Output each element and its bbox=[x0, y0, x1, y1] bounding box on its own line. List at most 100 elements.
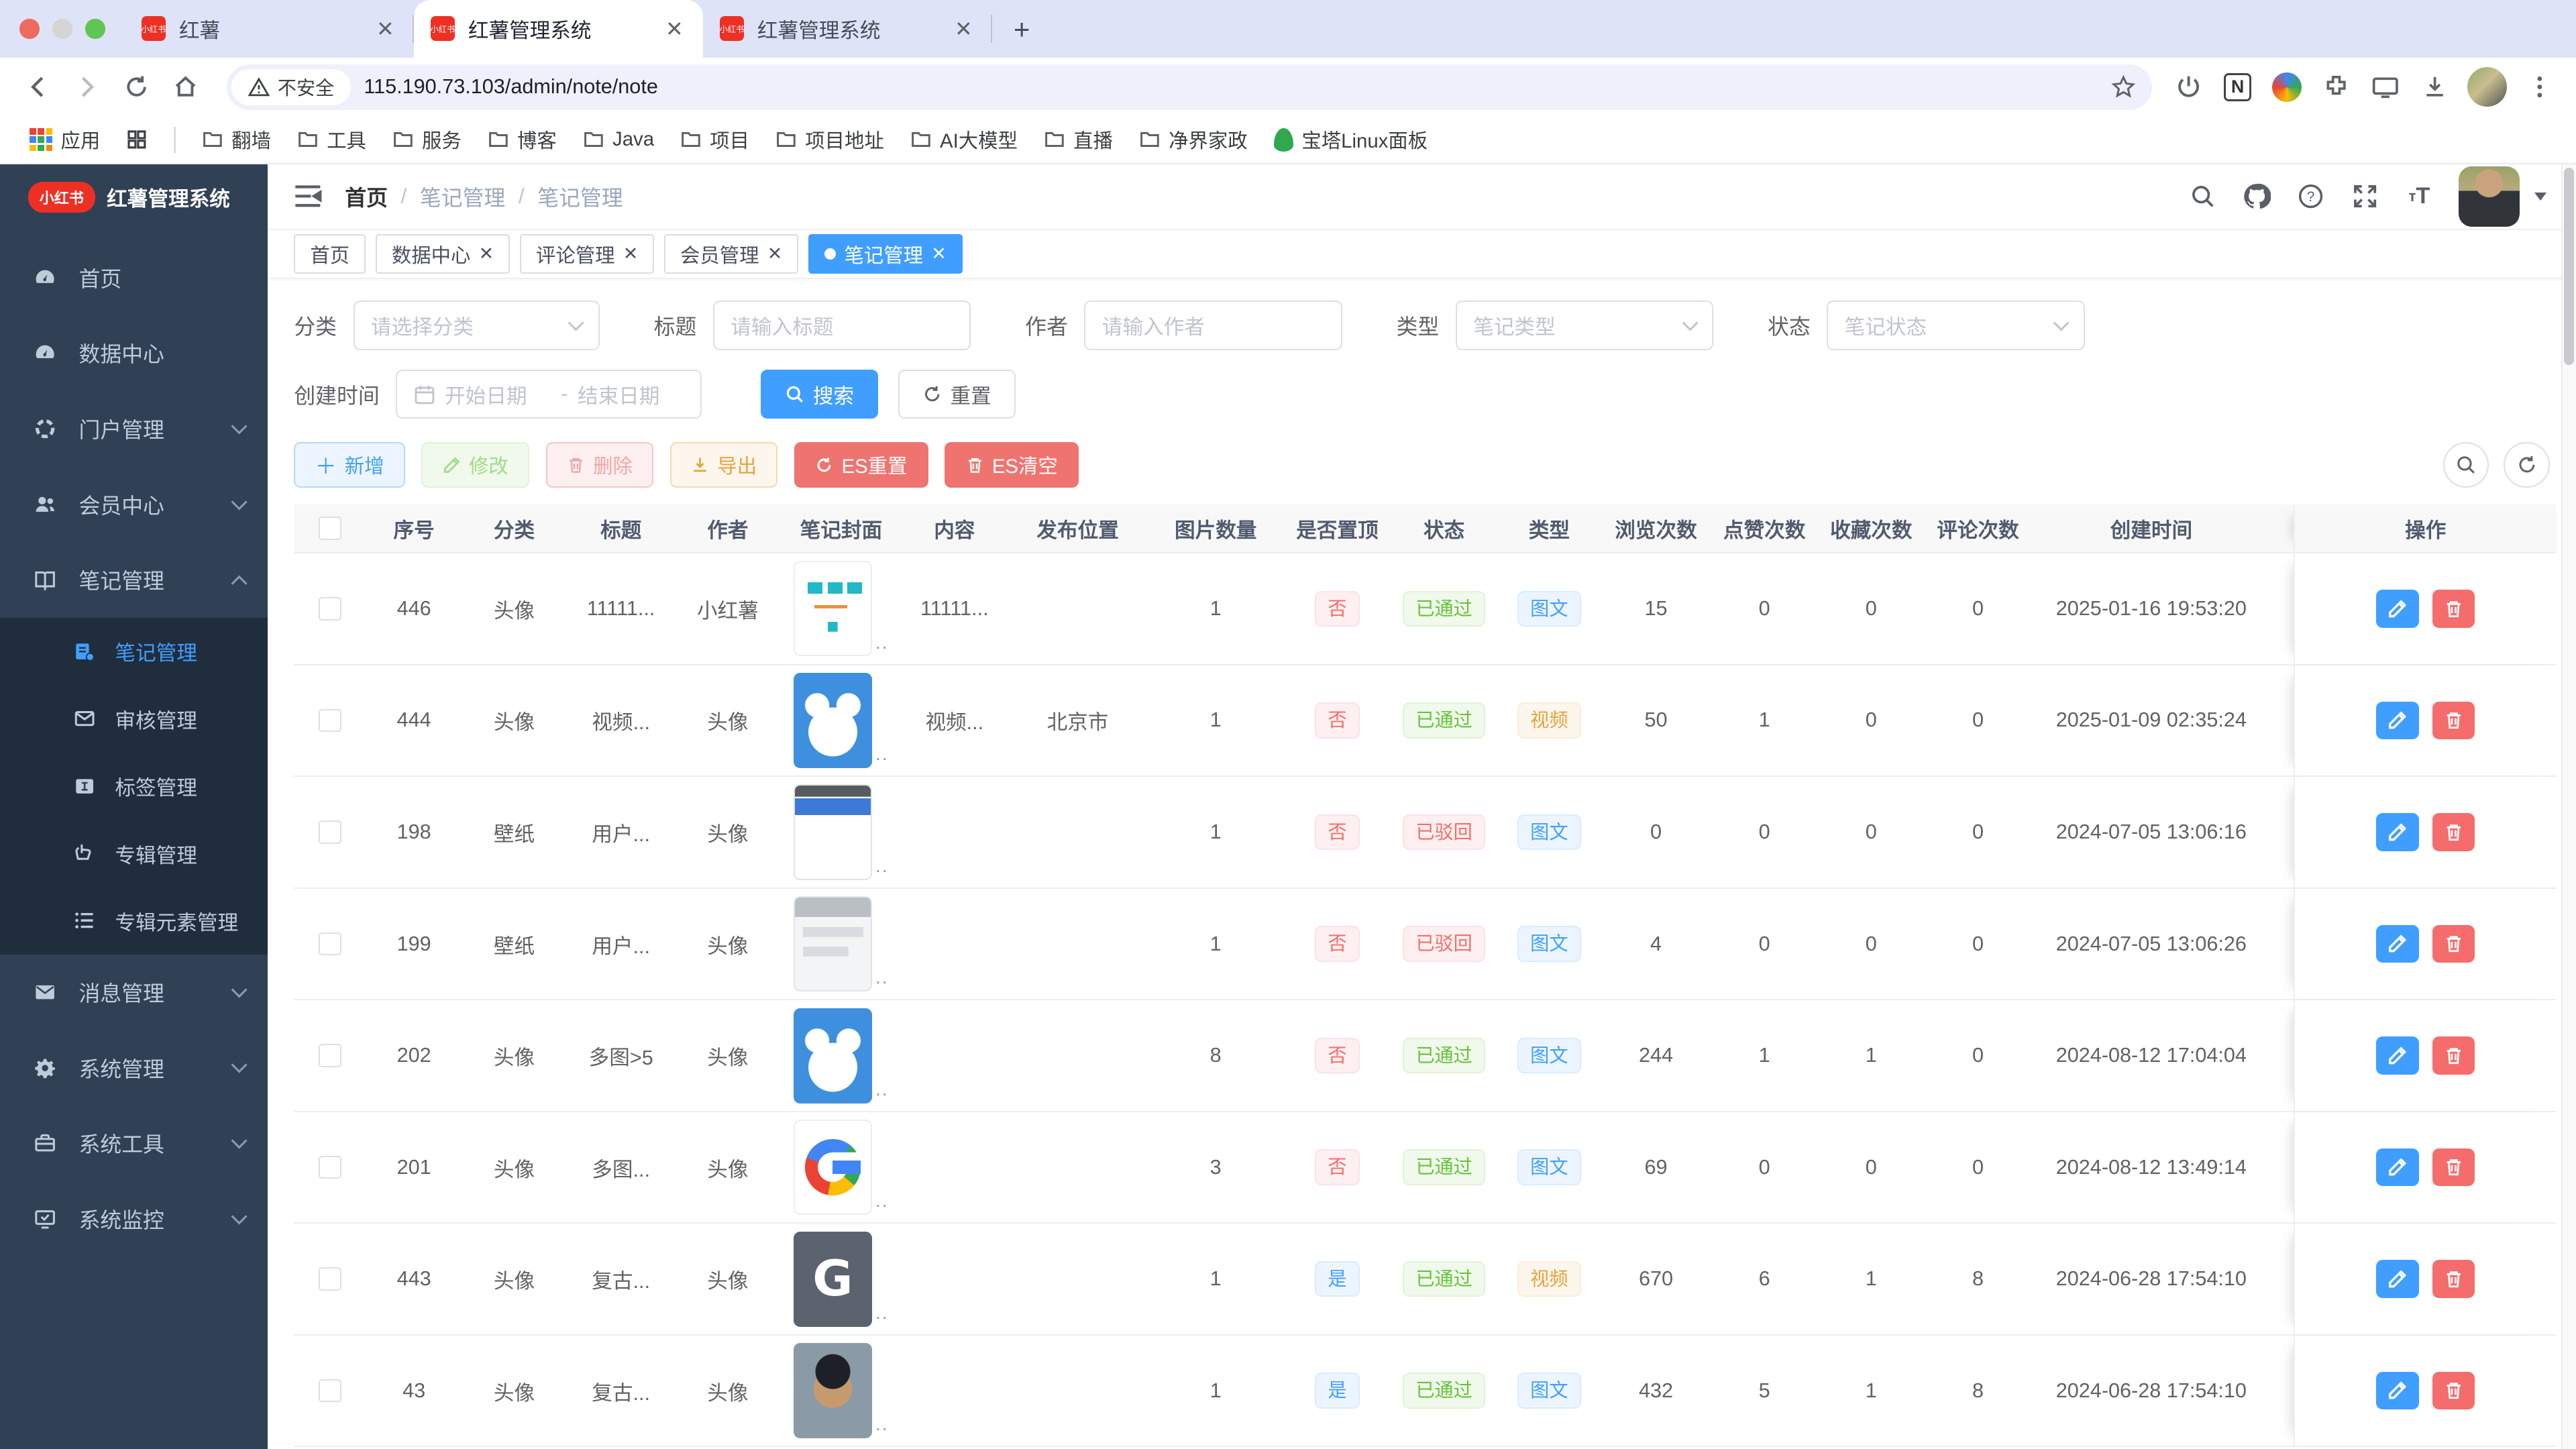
download-icon[interactable] bbox=[2418, 70, 2451, 103]
view-tab-会员管理[interactable]: 会员管理✕ bbox=[664, 234, 798, 274]
table-refresh-icon[interactable] bbox=[2504, 442, 2550, 488]
close-tab-icon[interactable]: ✕ bbox=[662, 16, 686, 42]
author-input[interactable]: 请输入作者 bbox=[1084, 301, 1342, 350]
bookmark-item[interactable] bbox=[117, 124, 158, 156]
new-tab-button[interactable]: + bbox=[999, 7, 1045, 53]
user-avatar[interactable] bbox=[2459, 166, 2520, 227]
cell-cover[interactable]: .. bbox=[780, 1343, 902, 1438]
title-input[interactable]: 请输入标题 bbox=[713, 301, 971, 350]
note-cover-image[interactable] bbox=[794, 561, 873, 656]
home-icon[interactable] bbox=[164, 66, 207, 109]
sidebar-subitem-专辑元素管理[interactable]: 专辑元素管理 bbox=[0, 887, 268, 954]
reload-icon[interactable] bbox=[115, 66, 158, 109]
type-select[interactable]: 笔记类型 bbox=[1456, 301, 1713, 350]
row-checkbox[interactable] bbox=[319, 1379, 341, 1402]
cell-cover[interactable]: .. bbox=[780, 673, 902, 768]
bookmark-item[interactable]: 宝塔Linux面板 bbox=[1264, 121, 1438, 159]
row-edit-button[interactable] bbox=[2376, 1260, 2419, 1297]
breadcrumb-level1[interactable]: 笔记管理 bbox=[420, 181, 505, 212]
minimize-window-button[interactable] bbox=[52, 19, 72, 38]
row-delete-button[interactable] bbox=[2432, 702, 2475, 739]
avatar-caret-icon[interactable] bbox=[2534, 193, 2546, 201]
row-edit-button[interactable] bbox=[2376, 1148, 2419, 1186]
es-reset-button[interactable]: ES重置 bbox=[794, 442, 928, 488]
profile-sphere-icon[interactable] bbox=[2271, 70, 2304, 103]
note-cover-image[interactable] bbox=[794, 896, 873, 991]
cell-cover[interactable]: .. bbox=[780, 561, 902, 656]
category-select[interactable]: 请选择分类 bbox=[354, 301, 600, 350]
cell-cover[interactable]: .. bbox=[780, 1008, 902, 1104]
row-delete-button[interactable] bbox=[2432, 1260, 2475, 1297]
bookmark-item[interactable]: 直播 bbox=[1034, 121, 1122, 159]
note-cover-image[interactable] bbox=[794, 1343, 873, 1438]
cell-cover[interactable]: G .. bbox=[780, 1232, 902, 1327]
url-text[interactable]: 115.190.73.103/admin/note/note bbox=[364, 75, 2098, 99]
view-tab-首页[interactable]: 首页 bbox=[294, 234, 366, 274]
sidebar-subitem-审核管理[interactable]: 审核管理 bbox=[0, 685, 268, 752]
close-view-tab-icon[interactable]: ✕ bbox=[623, 244, 639, 264]
search-icon[interactable] bbox=[2188, 182, 2217, 211]
sidebar-item-门户管理[interactable]: 门户管理 bbox=[0, 391, 268, 467]
browser-tab[interactable]: 小红书 红薯管理系统 ✕ bbox=[414, 0, 703, 58]
sidebar-item-会员中心[interactable]: 会员中心 bbox=[0, 466, 268, 542]
status-select[interactable]: 笔记状态 bbox=[1827, 301, 2084, 350]
browser-profile-avatar[interactable] bbox=[2467, 67, 2507, 107]
add-button[interactable]: ＋新增 bbox=[294, 442, 405, 488]
browser-tab[interactable]: 小红书 红薯管理系统 ✕ bbox=[703, 0, 992, 58]
bookmark-item[interactable]: 服务 bbox=[382, 121, 471, 159]
bookmark-star-icon[interactable] bbox=[2111, 74, 2136, 99]
note-cover-image[interactable] bbox=[794, 1120, 873, 1215]
font-size-icon[interactable]: тT bbox=[2404, 182, 2434, 211]
row-edit-button[interactable] bbox=[2376, 925, 2419, 963]
row-edit-button[interactable] bbox=[2376, 702, 2419, 739]
sidebar-item-首页[interactable]: 首页 bbox=[0, 240, 268, 316]
row-checkbox[interactable] bbox=[319, 1044, 341, 1067]
sidebar-item-系统管理[interactable]: 系统管理 bbox=[0, 1030, 268, 1106]
row-delete-button[interactable] bbox=[2432, 1148, 2475, 1186]
row-delete-button[interactable] bbox=[2432, 1036, 2475, 1074]
power-icon[interactable] bbox=[2172, 70, 2205, 103]
sidebar-subitem-标签管理[interactable]: 标签管理 bbox=[0, 753, 268, 820]
browser-tab[interactable]: 小红书 红薯 ✕ bbox=[125, 0, 414, 58]
export-button[interactable]: 导出 bbox=[670, 442, 778, 488]
close-view-tab-icon[interactable]: ✕ bbox=[931, 244, 947, 264]
search-button[interactable]: 搜索 bbox=[761, 370, 878, 419]
browser-menu-icon[interactable] bbox=[2524, 70, 2557, 103]
github-icon[interactable] bbox=[2242, 182, 2271, 211]
back-icon[interactable] bbox=[16, 66, 59, 109]
bookmark-item[interactable]: 净界家政 bbox=[1129, 121, 1257, 159]
cell-cover[interactable]: .. bbox=[780, 784, 902, 879]
close-view-tab-icon[interactable]: ✕ bbox=[767, 244, 783, 264]
row-edit-button[interactable] bbox=[2376, 1372, 2419, 1409]
close-tab-icon[interactable]: ✕ bbox=[951, 16, 975, 42]
row-delete-button[interactable] bbox=[2432, 813, 2475, 851]
notion-extension-icon[interactable]: N bbox=[2221, 70, 2254, 103]
sidebar-item-系统监控[interactable]: 系统监控 bbox=[0, 1181, 268, 1257]
row-edit-button[interactable] bbox=[2376, 590, 2419, 627]
forward-icon[interactable] bbox=[66, 66, 109, 109]
row-checkbox[interactable] bbox=[319, 709, 341, 732]
edit-button[interactable]: 修改 bbox=[421, 442, 529, 488]
page-scrollbar[interactable] bbox=[2561, 164, 2576, 1449]
close-tab-icon[interactable]: ✕ bbox=[373, 16, 397, 42]
delete-button[interactable]: 删除 bbox=[546, 442, 654, 488]
note-cover-image[interactable] bbox=[794, 1008, 873, 1104]
row-checkbox[interactable] bbox=[319, 597, 341, 620]
bookmark-item[interactable]: 博客 bbox=[478, 121, 566, 159]
table-search-toggle-icon[interactable] bbox=[2443, 442, 2489, 488]
sidebar-item-数据中心[interactable]: 数据中心 bbox=[0, 315, 268, 391]
sidebar-item-笔记管理[interactable]: 笔记管理 bbox=[0, 542, 268, 618]
row-delete-button[interactable] bbox=[2432, 1372, 2475, 1409]
cast-icon[interactable] bbox=[2369, 70, 2402, 103]
bookmark-item[interactable]: 应用 bbox=[19, 121, 110, 159]
view-tab-评论管理[interactable]: 评论管理✕ bbox=[520, 234, 654, 274]
bookmark-item[interactable]: 翻墙 bbox=[192, 121, 280, 159]
row-edit-button[interactable] bbox=[2376, 1036, 2419, 1074]
bookmark-item[interactable]: AI大模型 bbox=[900, 121, 1027, 159]
note-cover-image[interactable] bbox=[794, 784, 873, 879]
fullscreen-icon[interactable] bbox=[2351, 182, 2380, 211]
help-icon[interactable]: ? bbox=[2296, 182, 2326, 211]
collapse-sidebar-icon[interactable] bbox=[294, 184, 322, 209]
date-range-input[interactable]: 开始日期 - 结束日期 bbox=[396, 370, 702, 419]
sidebar-item-系统工具[interactable]: 系统工具 bbox=[0, 1106, 268, 1181]
